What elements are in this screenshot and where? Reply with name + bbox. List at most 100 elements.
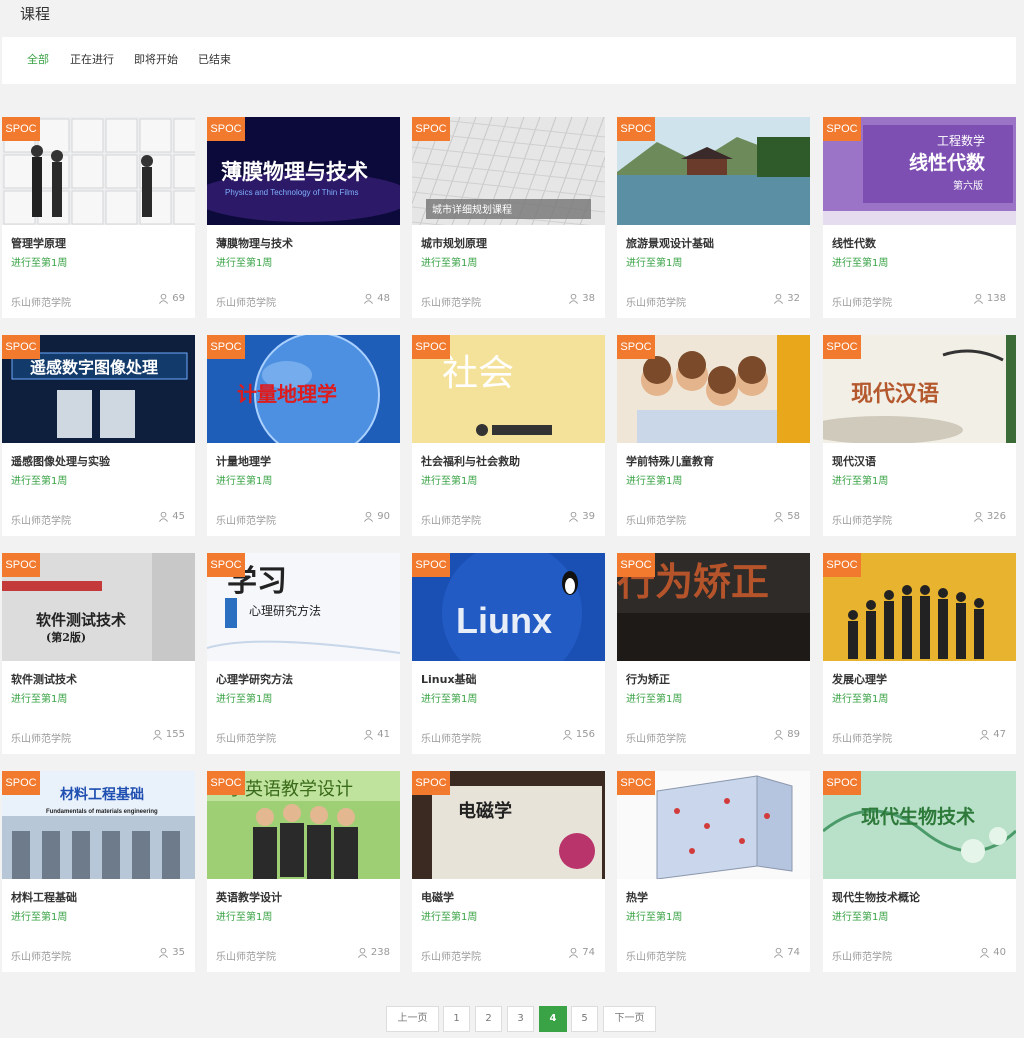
filter-all[interactable]: 全部: [27, 53, 49, 67]
course-thumbnail[interactable]: 现代生物技术 SPOC: [823, 771, 1016, 879]
course-thumbnail[interactable]: 软件测试技术 (第2版) SPOC: [2, 553, 195, 661]
spoc-badge: SPOC: [823, 335, 861, 359]
course-card[interactable]: 软件测试技术 (第2版) SPOC 软件测试技术 进行至第1周 乐山师范学院 155: [2, 553, 195, 754]
enrollment-number: 48: [377, 293, 390, 304]
course-card[interactable]: 计量地理学 SPOC 计量地理学 进行至第1周 乐山师范学院 90: [207, 335, 400, 536]
course-school: 乐山师范学院: [626, 952, 686, 963]
user-icon: [364, 511, 374, 522]
spoc-badge: SPOC: [2, 553, 40, 577]
filter-bar: 全部 正在进行 即将开始 已结束: [2, 37, 1016, 84]
user-icon: [980, 729, 990, 740]
course-thumbnail[interactable]: SPOC: [617, 771, 810, 879]
course-card[interactable]: 遥感数字图像处理 SPOC 遥感图像处理与实验 进行至第1周 乐山师范学院 45: [2, 335, 195, 536]
course-thumbnail[interactable]: 现代汉语 SPOC: [823, 335, 1016, 443]
course-school: 乐山师范学院: [216, 734, 276, 745]
course-card[interactable]: SPOC 管理学原理 进行至第1周 乐山师范学院 69: [2, 117, 195, 318]
course-thumbnail[interactable]: SPOC: [617, 335, 810, 443]
enrollment-number: 40: [993, 947, 1006, 958]
course-thumbnail[interactable]: 学英语教学设计 SPOC: [207, 771, 400, 879]
user-icon: [569, 947, 579, 958]
course-school: 乐山师范学院: [832, 298, 892, 309]
course-card[interactable]: 行为矫正 SPOC 行为矫正 进行至第1周 乐山师范学院 89: [617, 553, 810, 754]
course-thumbnail[interactable]: 材料工程基础 Fundamentals of materials engineer…: [2, 771, 195, 879]
course-thumbnail[interactable]: 社会 SPOC: [412, 335, 605, 443]
course-card[interactable]: 电磁学 SPOC 电磁学 进行至第1周 乐山师范学院 74: [412, 771, 605, 972]
spoc-badge: SPOC: [207, 117, 245, 141]
course-progress: 进行至第1周: [421, 258, 478, 269]
cover-text: 心理研究方法: [249, 603, 321, 618]
course-card[interactable]: 社会 SPOC 社会福利与社会救助 进行至第1周 乐山师范学院 39: [412, 335, 605, 536]
course-title[interactable]: 管理学原理: [11, 235, 66, 251]
page-button-5[interactable]: 5: [571, 1006, 598, 1032]
course-thumbnail[interactable]: 电磁学 SPOC: [412, 771, 605, 879]
enrollment-count: 89: [773, 729, 800, 740]
course-title[interactable]: 现代汉语: [832, 453, 876, 469]
page-button-2[interactable]: 2: [475, 1006, 502, 1032]
course-thumbnail[interactable]: 学习 心理研究方法 SPOC: [207, 553, 400, 661]
course-card[interactable]: SPOC 热学 进行至第1周 乐山师范学院 74: [617, 771, 810, 972]
course-card[interactable]: SPOC 学前特殊儿童教育 进行至第1周 乐山师范学院 58: [617, 335, 810, 536]
course-title[interactable]: 遥感图像处理与实验: [11, 453, 110, 469]
course-school: 乐山师范学院: [11, 298, 71, 309]
cover-text: 学英语教学设计: [227, 779, 353, 800]
spoc-badge: SPOC: [207, 335, 245, 359]
filter-ongoing[interactable]: 正在进行: [70, 53, 114, 67]
course-title[interactable]: 发展心理学: [832, 671, 887, 687]
course-card[interactable]: 现代生物技术 SPOC 现代生物技术概论 进行至第1周 乐山师范学院 40: [823, 771, 1016, 972]
course-card[interactable]: 学习 心理研究方法 SPOC 心理学研究方法 进行至第1周 乐山师范学院 41: [207, 553, 400, 754]
course-card[interactable]: 材料工程基础 Fundamentals of materials engineer…: [2, 771, 195, 972]
page-button-4[interactable]: 4: [539, 1006, 567, 1032]
prev-page-button[interactable]: 上一页: [386, 1006, 439, 1032]
course-card[interactable]: Liunx SPOC Linux基础 进行至第1周 乐山师范学院 156: [412, 553, 605, 754]
course-thumbnail[interactable]: 城市详细规划课程 SPOC: [412, 117, 605, 225]
course-card[interactable]: SPOC 发展心理学 进行至第1周 乐山师范学院 47: [823, 553, 1016, 754]
course-progress: 进行至第1周: [832, 258, 889, 269]
course-title[interactable]: 旅游景观设计基础: [626, 235, 714, 251]
page-button-1[interactable]: 1: [443, 1006, 470, 1032]
course-title[interactable]: 现代生物技术概论: [832, 889, 920, 905]
enrollment-number: 69: [172, 293, 185, 304]
course-card[interactable]: 学英语教学设计 SPOC 英语教学设计 进行至第1周 乐山师范学院 238: [207, 771, 400, 972]
course-card[interactable]: 现代汉语 SPOC 现代汉语 进行至第1周 乐山师范学院 326: [823, 335, 1016, 536]
next-page-button[interactable]: 下一页: [603, 1006, 656, 1032]
course-title[interactable]: 城市规划原理: [421, 235, 487, 251]
cover-text: 软件测试技术: [36, 611, 126, 629]
course-title[interactable]: 学前特殊儿童教育: [626, 453, 714, 469]
course-title[interactable]: 社会福利与社会救助: [421, 453, 520, 469]
course-thumbnail[interactable]: 遥感数字图像处理 SPOC: [2, 335, 195, 443]
user-icon: [562, 729, 572, 740]
course-card[interactable]: SPOC 旅游景观设计基础 进行至第1周 乐山师范学院 32: [617, 117, 810, 318]
enrollment-number: 74: [787, 947, 800, 958]
enrollment-count: 35: [158, 947, 185, 958]
course-thumbnail[interactable]: 计量地理学 SPOC: [207, 335, 400, 443]
course-title[interactable]: 热学: [626, 889, 648, 905]
course-thumbnail[interactable]: SPOC: [2, 117, 195, 225]
cover-text: 线性代数: [909, 151, 986, 174]
course-title[interactable]: 电磁学: [421, 889, 454, 905]
course-thumbnail[interactable]: Liunx SPOC: [412, 553, 605, 661]
course-thumbnail[interactable]: SPOC: [823, 553, 1016, 661]
course-title[interactable]: 计量地理学: [216, 453, 271, 469]
spoc-badge: SPOC: [207, 771, 245, 795]
course-card[interactable]: 工程数学 线性代数 第六版 SPOC 线性代数 进行至第1周 乐山师范学院 138: [823, 117, 1016, 318]
course-title[interactable]: 英语教学设计: [216, 889, 282, 905]
course-thumbnail[interactable]: SPOC: [617, 117, 810, 225]
course-thumbnail[interactable]: 行为矫正 SPOC: [617, 553, 810, 661]
course-thumbnail[interactable]: 工程数学 线性代数 第六版 SPOC: [823, 117, 1016, 225]
filter-upcoming[interactable]: 即将开始: [134, 53, 178, 67]
enrollment-count: 48: [363, 293, 390, 304]
course-title[interactable]: 行为矫正: [626, 671, 670, 687]
course-title[interactable]: 心理学研究方法: [216, 671, 293, 687]
page-button-3[interactable]: 3: [507, 1006, 534, 1032]
course-title[interactable]: 薄膜物理与技术: [216, 235, 293, 251]
course-thumbnail[interactable]: 薄膜物理与技术 Physics and Technology of Thin Fi…: [207, 117, 400, 225]
course-card[interactable]: 薄膜物理与技术 Physics and Technology of Thin Fi…: [207, 117, 400, 318]
user-icon: [774, 293, 784, 304]
course-title[interactable]: 材料工程基础: [11, 889, 77, 905]
course-title[interactable]: 软件测试技术: [11, 671, 77, 687]
filter-ended[interactable]: 已结束: [198, 53, 231, 67]
course-card[interactable]: 城市详细规划课程 SPOC 城市规划原理 进行至第1周 乐山师范学院 38: [412, 117, 605, 318]
enrollment-number: 74: [582, 947, 595, 958]
course-title[interactable]: Linux基础: [421, 671, 477, 687]
course-title[interactable]: 线性代数: [832, 235, 876, 251]
